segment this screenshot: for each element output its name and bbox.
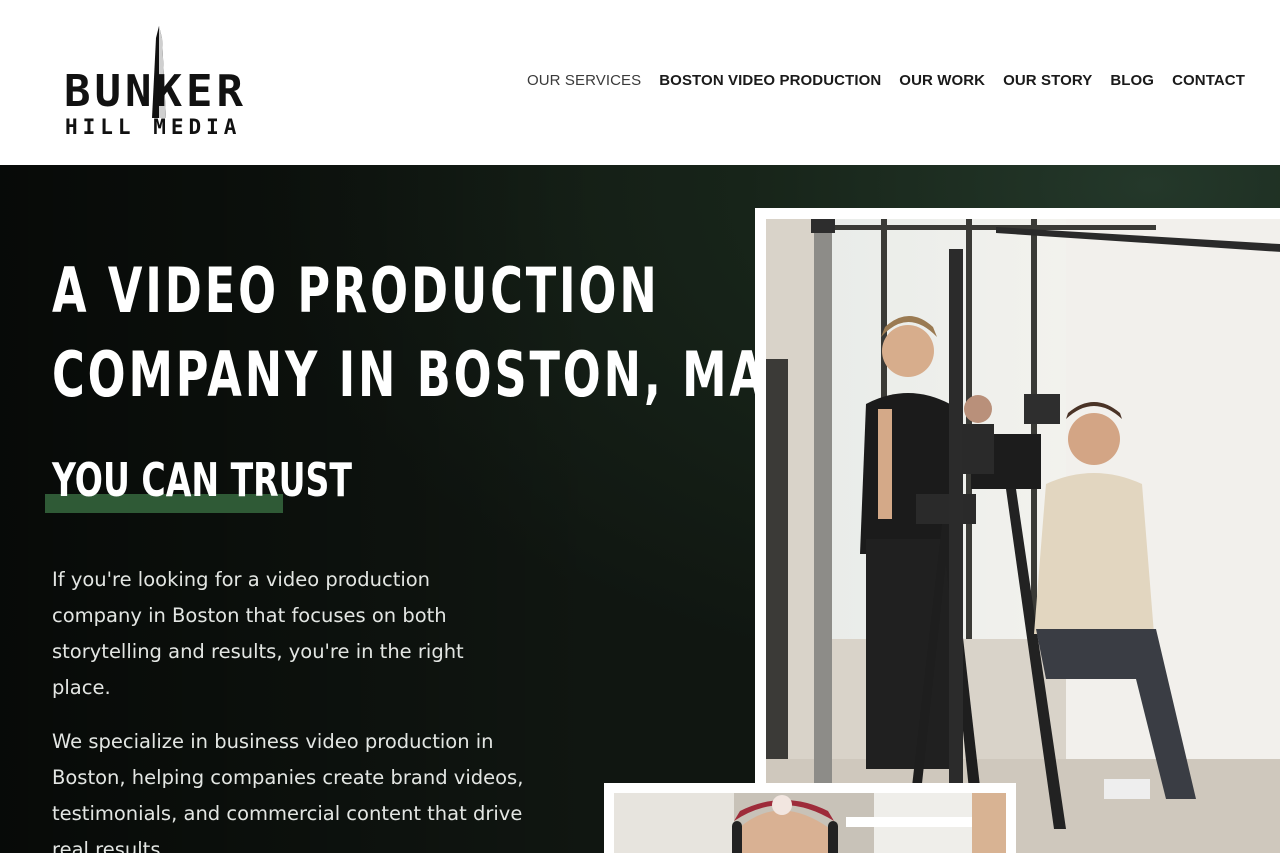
hero-paragraph-2: We specialize in business video producti… bbox=[52, 730, 524, 853]
secondary-photo-crew-member bbox=[614, 793, 1006, 853]
crew-member-illustration bbox=[614, 793, 1006, 853]
film-crew-illustration bbox=[766, 219, 1280, 853]
nav-boston-video-production[interactable]: BOSTON VIDEO PRODUCTION bbox=[659, 72, 881, 89]
site-logo[interactable]: BUNKER HILL MEDIA bbox=[64, 26, 260, 142]
logo-wordmark-line1: BUNKER bbox=[64, 66, 247, 117]
hero-subhead-block: YOU CAN TRUST bbox=[45, 450, 353, 514]
hero-headline-line1: A VIDEO PRODUCTION bbox=[52, 254, 660, 327]
hero-headline-line2: COMPANY IN BOSTON, MA bbox=[52, 338, 767, 411]
nav-our-work[interactable]: OUR WORK bbox=[899, 72, 985, 89]
secondary-photo-frame bbox=[604, 783, 1016, 853]
hero-photo-frame bbox=[755, 208, 1280, 853]
nav-blog[interactable]: BLOG bbox=[1110, 72, 1154, 89]
nav-our-story[interactable]: OUR STORY bbox=[1003, 72, 1092, 89]
hero-paragraph-1: If you're looking for a video production… bbox=[52, 568, 464, 699]
hero-photo-film-crew bbox=[766, 219, 1280, 853]
hero-subhead: YOU CAN TRUST bbox=[52, 453, 353, 507]
main-nav: OUR SERVICES BOSTON VIDEO PRODUCTION OUR… bbox=[527, 68, 1245, 92]
logo-wordmark-line2: HILL MEDIA bbox=[65, 115, 242, 139]
site-header: BUNKER HILL MEDIA OUR SERVICES BOSTON VI… bbox=[0, 0, 1280, 165]
nav-our-services[interactable]: OUR SERVICES bbox=[527, 72, 641, 89]
nav-contact[interactable]: CONTACT bbox=[1172, 72, 1245, 89]
hero-headline: A VIDEO PRODUCTION COMPANY IN BOSTON, MA bbox=[52, 249, 767, 417]
hero-section: A VIDEO PRODUCTION COMPANY IN BOSTON, MA… bbox=[0, 165, 1280, 853]
